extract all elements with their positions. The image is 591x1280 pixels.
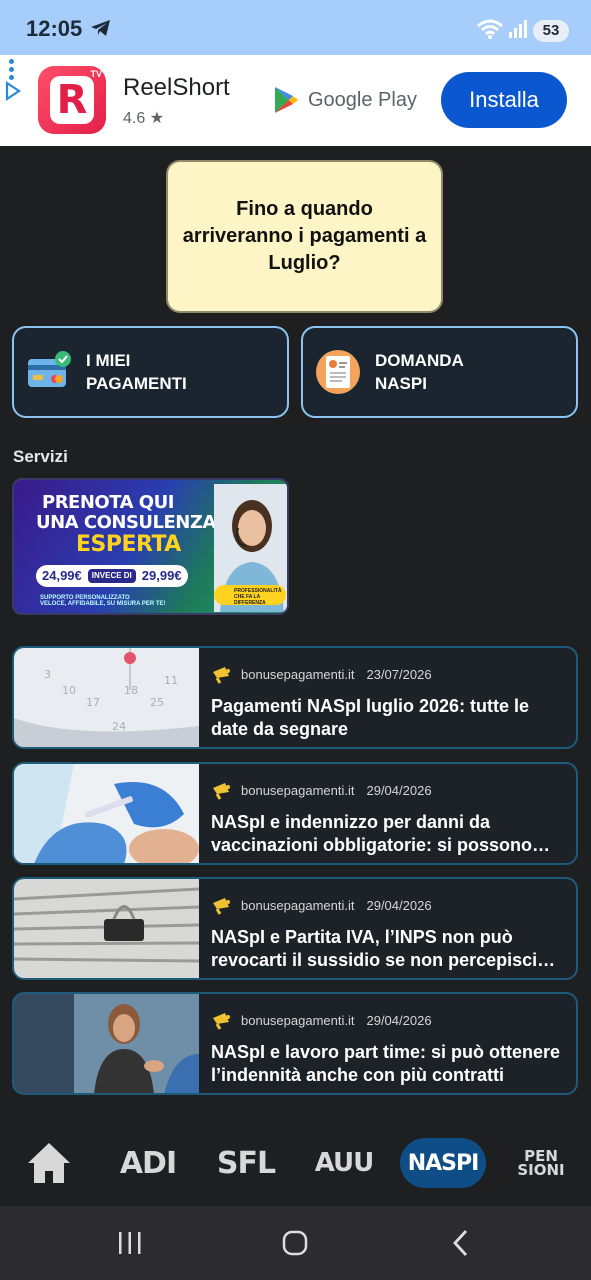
consultation-promo-banner[interactable]: PRENOTA QUI UNA CONSULENZA ESPERTA 24,99… bbox=[12, 478, 289, 615]
signal-icon bbox=[509, 20, 527, 38]
google-play-icon bbox=[275, 87, 298, 113]
bottom-tab-bar: ADI SFL AUU NASPI PEN SIONI bbox=[0, 1126, 591, 1206]
application-form-icon bbox=[315, 349, 361, 395]
news-meta: bonusepagamenti.it 29/04/2026 bbox=[211, 895, 432, 915]
handshake-thumbnail bbox=[14, 994, 199, 1093]
documents-thumbnail bbox=[14, 879, 199, 978]
professionalism-badge: PROFESSIONALITÀ CHE FA LA DIFFERENZA bbox=[214, 585, 286, 606]
tab-pensioni[interactable]: PEN SIONI bbox=[508, 1140, 574, 1186]
question-card[interactable]: Fino a quando arriveranno i pagamenti a … bbox=[166, 160, 443, 313]
ad-options-icon[interactable] bbox=[9, 59, 15, 83]
back-icon[interactable] bbox=[450, 1228, 472, 1258]
megaphone-icon bbox=[213, 898, 230, 915]
megaphone-icon bbox=[213, 1013, 230, 1030]
tab-auu[interactable]: AUU bbox=[312, 1140, 376, 1186]
svg-text:25: 25 bbox=[150, 696, 164, 709]
svg-text:10: 10 bbox=[62, 684, 76, 697]
news-meta: bonusepagamenti.it 29/04/2026 bbox=[211, 780, 432, 800]
news-meta: bonusepagamenti.it 23/07/2026 bbox=[211, 664, 432, 684]
promo-price: 24,99€ INVECE DI 29,99€ bbox=[36, 565, 188, 587]
battery-indicator: 53 bbox=[533, 20, 569, 42]
svg-text:24: 24 bbox=[112, 720, 126, 733]
tab-home[interactable] bbox=[26, 1140, 72, 1186]
news-item[interactable]: bonusepagamenti.it 29/04/2026 NASpI e in… bbox=[12, 762, 578, 865]
news-title[interactable]: NASpI e lavoro part time: si può ottener… bbox=[211, 1041, 568, 1087]
wifi-icon bbox=[477, 19, 503, 39]
ad-rating: 4.6 ★ bbox=[123, 110, 165, 127]
services-title: Servizi bbox=[13, 447, 68, 466]
google-play-badge: Google Play bbox=[272, 85, 417, 115]
naspi-application-label: DOMANDA NASPI bbox=[375, 351, 464, 393]
tab-adi[interactable]: ADI bbox=[116, 1140, 180, 1186]
megaphone-icon bbox=[213, 667, 230, 684]
promo-support-text: SUPPORTO PERSONALIZZATO VELOCE, AFFIDABIL… bbox=[40, 595, 166, 607]
naspi-application-button[interactable]: DOMANDA NASPI bbox=[301, 326, 578, 418]
promo-line-3: ESPERTA bbox=[76, 532, 181, 557]
news-title[interactable]: Pagamenti NASpI luglio 2026: tutte le da… bbox=[211, 695, 568, 741]
my-payments-button[interactable]: I MIEI PAGAMENTI bbox=[12, 326, 289, 418]
adchoices-icon[interactable] bbox=[4, 81, 22, 101]
news-title[interactable]: NASpI e indennizzo per danni da vaccinaz… bbox=[211, 811, 568, 857]
payment-card-icon bbox=[26, 349, 72, 395]
system-navigation-bar bbox=[0, 1206, 591, 1280]
telegram-icon bbox=[91, 20, 110, 36]
vaccination-thumbnail bbox=[14, 764, 199, 863]
promo-line-2: UNA CONSULENZA bbox=[36, 512, 216, 533]
news-item[interactable]: bonusepagamenti.it 29/04/2026 NASpI e Pa… bbox=[12, 877, 578, 980]
svg-text:17: 17 bbox=[86, 696, 100, 709]
calendar-thumbnail: 3 10 17 24 18 2511 bbox=[14, 648, 199, 747]
svg-text:18: 18 bbox=[124, 684, 138, 697]
status-time: 12:05 bbox=[26, 16, 83, 41]
status-bar: 12:05 53 bbox=[0, 0, 591, 55]
recent-apps-icon[interactable] bbox=[117, 1228, 143, 1258]
svg-text:11: 11 bbox=[164, 674, 178, 687]
home-icon bbox=[28, 1143, 70, 1183]
install-button[interactable]: Installa bbox=[441, 72, 567, 128]
news-item[interactable]: 3 10 17 24 18 25 11 bonusepagamenti.it 23/07/… bbox=[12, 646, 578, 749]
megaphone-icon bbox=[213, 783, 230, 800]
home-nav-icon[interactable] bbox=[281, 1228, 311, 1258]
promo-line-1: PRENOTA QUI bbox=[42, 492, 174, 513]
tab-sfl[interactable]: SFL bbox=[214, 1140, 278, 1186]
news-item[interactable]: bonusepagamenti.it 29/04/2026 NASpI e la… bbox=[12, 992, 578, 1095]
app-icon[interactable]: TV R bbox=[38, 66, 106, 134]
ad-app-name[interactable]: ReelShort bbox=[123, 74, 230, 102]
ad-banner[interactable]: TV R ReelShort 4.6 ★ Google Play Install… bbox=[0, 55, 591, 146]
svg-text:3: 3 bbox=[44, 668, 51, 681]
tab-naspi[interactable]: NASPI bbox=[400, 1138, 486, 1188]
news-title[interactable]: NASpI e Partita IVA, l’INPS non può revo… bbox=[211, 926, 568, 972]
news-meta: bonusepagamenti.it 29/04/2026 bbox=[211, 1010, 432, 1030]
my-payments-label: I MIEI PAGAMENTI bbox=[86, 351, 187, 393]
